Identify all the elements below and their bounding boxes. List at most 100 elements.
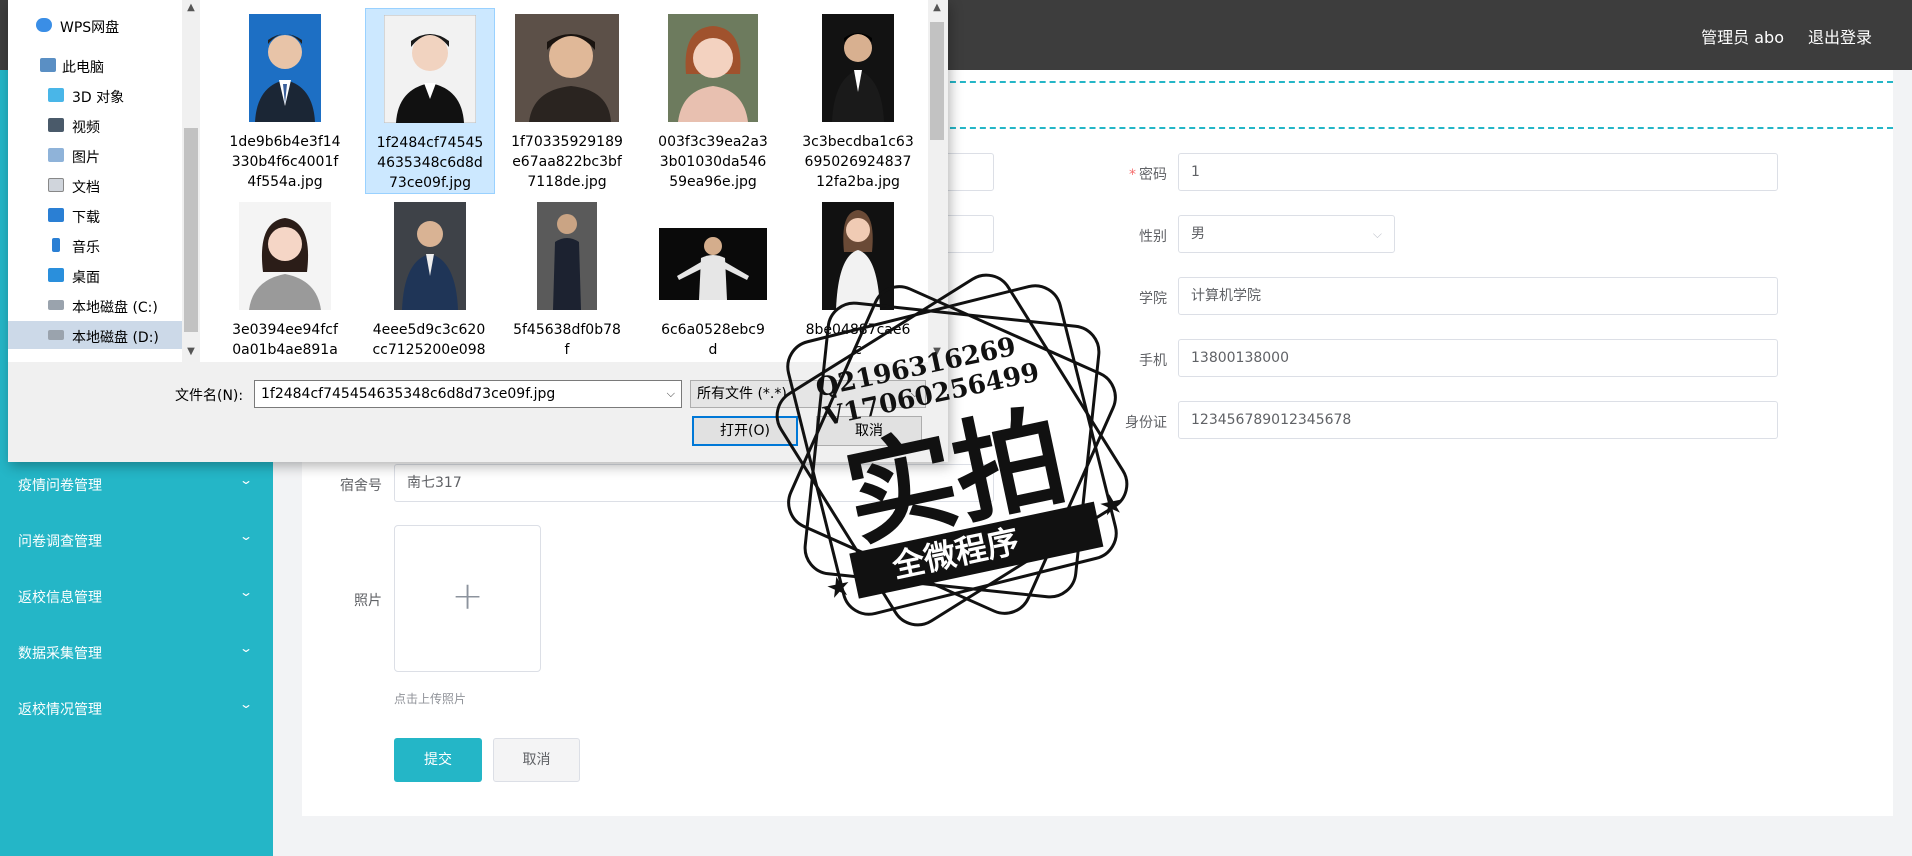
file-open-dialog: WPS网盘 此电脑 3D 对象 视频 图片 文档 下载 音乐 桌面 本地磁盘 (… xyxy=(8,0,948,462)
thumbnail-image xyxy=(515,14,619,122)
cube-icon xyxy=(48,88,64,102)
nav-item-wps-cloud[interactable]: WPS网盘 xyxy=(8,11,186,39)
chevron-down-icon: ⌄ xyxy=(238,585,254,599)
nav-item-documents[interactable]: 文档 xyxy=(8,171,186,199)
sidebar-item-label: 返校信息管理 xyxy=(18,590,102,606)
file-name: 6c6a0528ebc9db9ea02a532b2 xyxy=(661,322,765,358)
thumbnail-image xyxy=(537,202,597,310)
file-name: 3c3becdba1c63 695026924837 12fa2ba.jpg xyxy=(802,134,914,190)
idcard-label: 身份证 xyxy=(1125,415,1167,431)
admin-name: 管理员 abo xyxy=(1701,28,1784,47)
cloud-icon xyxy=(36,18,52,32)
file-name: 8be04887cae6ce988f8 xyxy=(805,322,911,358)
scroll-up-icon[interactable]: ▲ xyxy=(928,2,946,13)
file-tile[interactable]: 1de9b6b4e3f14 330b4f6c4001f 4f554a.jpg xyxy=(229,8,341,194)
password-label: * 密码 xyxy=(1129,167,1167,183)
scrollbar-thumb[interactable] xyxy=(930,22,944,140)
file-name: 1de9b6b4e3f14 330b4f6c4001f 4f554a.jpg xyxy=(229,134,341,190)
video-icon xyxy=(48,118,64,132)
filetype-value: 所有文件 (*.*) xyxy=(697,386,787,402)
file-grid: 1de9b6b4e3f14 330b4f6c4001f 4f554a.jpg 1f2… xyxy=(200,0,928,362)
sidebar-item-questionnaire[interactable]: 问卷调查管理 ⌄ xyxy=(0,513,273,569)
nav-item-desktop[interactable]: 桌面 xyxy=(8,261,186,289)
file-tile[interactable]: 8be04887cae6ce988f8 xyxy=(802,196,914,362)
drive-icon xyxy=(48,300,64,310)
photo-label: 照片 xyxy=(354,593,382,609)
nav-item-downloads[interactable]: 下载 xyxy=(8,201,186,229)
nav-item-3d-objects[interactable]: 3D 对象 xyxy=(8,81,186,109)
file-tile[interactable]: 6c6a0528ebc9db9ea02a532b2 xyxy=(657,196,769,362)
filename-label: 文件名(N): xyxy=(175,388,244,404)
nav-item-label: 视频 xyxy=(72,120,100,136)
nav-item-drive-c[interactable]: 本地磁盘 (C:) xyxy=(8,291,186,319)
thumbnail-image xyxy=(668,14,758,122)
nav-item-label: 桌面 xyxy=(72,270,100,286)
nav-item-label: 本地磁盘 (C:) xyxy=(72,300,158,316)
nav-scrollbar[interactable]: ▲ ▼ xyxy=(182,0,200,362)
phone-field[interactable]: 13800138000 xyxy=(1178,339,1778,377)
logout-button[interactable]: 退出登录 xyxy=(1808,24,1872,48)
nav-item-music[interactable]: 音乐 xyxy=(8,231,186,259)
thumbnail-image xyxy=(239,202,331,310)
account-field[interactable] xyxy=(940,153,994,191)
file-name: 1f2484cf74545 4635348c6d8d 73ce09f.jpg xyxy=(376,135,484,191)
gender-select[interactable]: 男 ⌵ xyxy=(1178,215,1395,253)
password-field[interactable]: 1 xyxy=(1178,153,1778,191)
file-name: 3e0394ee94fcf0a01b4ae891a7 xyxy=(232,322,338,358)
sidebar-item-data-collection[interactable]: 数据采集管理 ⌄ xyxy=(0,625,273,681)
chevron-down-icon[interactable]: ⌵ xyxy=(667,381,675,407)
filetype-select[interactable]: 所有文件 (*.*) ⌵ xyxy=(690,380,926,408)
filename-input[interactable]: 1f2484cf745454635348c6d8d73ce09f.jpg ⌵ xyxy=(254,380,682,408)
idcard-field[interactable]: 123456789012345678 xyxy=(1178,401,1778,439)
chevron-down-icon: ⌄ xyxy=(238,641,254,655)
open-button[interactable]: 打开(O) xyxy=(692,416,798,446)
scroll-down-icon[interactable]: ▼ xyxy=(928,346,946,357)
nav-item-videos[interactable]: 视频 xyxy=(8,111,186,139)
nav-item-this-pc[interactable]: 此电脑 xyxy=(8,51,186,79)
music-icon xyxy=(52,238,60,252)
gender-label: 性别 xyxy=(1139,229,1167,245)
file-tile-selected[interactable]: 1f2484cf74545 4635348c6d8d 73ce09f.jpg xyxy=(365,8,495,194)
file-grid-scrollbar[interactable]: ▲ ▼ xyxy=(928,0,946,362)
drive-icon xyxy=(48,330,64,340)
thumbnail-image xyxy=(394,202,466,310)
computer-icon xyxy=(40,58,56,72)
picture-icon xyxy=(48,148,64,162)
file-tile[interactable]: 3e0394ee94fcf0a01b4ae891a7 xyxy=(229,196,341,362)
file-tile[interactable]: 5f45638df0b78fdc29fbbd90a38 xyxy=(511,196,623,362)
name-field[interactable] xyxy=(940,215,994,253)
scrollbar-thumb[interactable] xyxy=(184,128,198,332)
dialog-cancel-button[interactable]: 取消 xyxy=(816,416,922,446)
gender-value: 男 xyxy=(1191,226,1205,242)
nav-item-pictures[interactable]: 图片 xyxy=(8,141,186,169)
download-icon xyxy=(48,208,64,222)
sidebar-item-label: 问卷调查管理 xyxy=(18,534,102,550)
scroll-down-icon[interactable]: ▼ xyxy=(182,346,200,357)
file-tile[interactable]: 1f70335929189 e67aa822bc3bf 7118de.jpg xyxy=(511,8,623,194)
nav-item-drive-d[interactable]: 本地磁盘 (D:) xyxy=(8,321,186,349)
sidebar-item-return-status[interactable]: 返校情况管理 ⌄ xyxy=(0,681,273,737)
file-tile[interactable]: 4eee5d9c3c620 cc7125200e098 xyxy=(365,196,495,362)
photo-upload[interactable]: + xyxy=(394,525,541,672)
chevron-down-icon: ⌵ xyxy=(910,387,919,400)
navigation-pane: WPS网盘 此电脑 3D 对象 视频 图片 文档 下载 音乐 桌面 本地磁盘 (… xyxy=(8,0,200,362)
college-field[interactable]: 计算机学院 xyxy=(1178,277,1778,315)
chevron-down-icon: ⌄ xyxy=(238,697,254,711)
file-tile[interactable]: 3c3becdba1c63 695026924837 12fa2ba.jpg xyxy=(802,8,914,194)
chevron-down-icon: ⌄ xyxy=(238,473,254,487)
scroll-up-icon[interactable]: ▲ xyxy=(182,2,200,13)
plus-icon: + xyxy=(451,574,484,618)
thumbnail-image xyxy=(822,14,894,122)
file-tile[interactable]: 003f3c39ea2a3 3b01030da546 59ea96e.jpg xyxy=(657,8,769,194)
chevron-down-icon: ⌄ xyxy=(238,529,254,543)
sidebar-item-survey-epidemic[interactable]: 疫情问卷管理 ⌄ xyxy=(0,457,273,513)
college-label: 学院 xyxy=(1139,291,1167,307)
submit-button[interactable]: 提交 xyxy=(394,738,482,782)
upload-hint: 点击上传照片 xyxy=(394,692,467,706)
sidebar-item-return-info[interactable]: 返校信息管理 ⌄ xyxy=(0,569,273,625)
nav-item-label: WPS网盘 xyxy=(60,20,120,36)
file-name: 003f3c39ea2a3 3b01030da546 59ea96e.jpg xyxy=(658,134,768,190)
thumbnail-image xyxy=(659,228,767,300)
dorm-field[interactable]: 南七317 xyxy=(394,464,994,502)
cancel-button[interactable]: 取消 xyxy=(493,738,580,782)
